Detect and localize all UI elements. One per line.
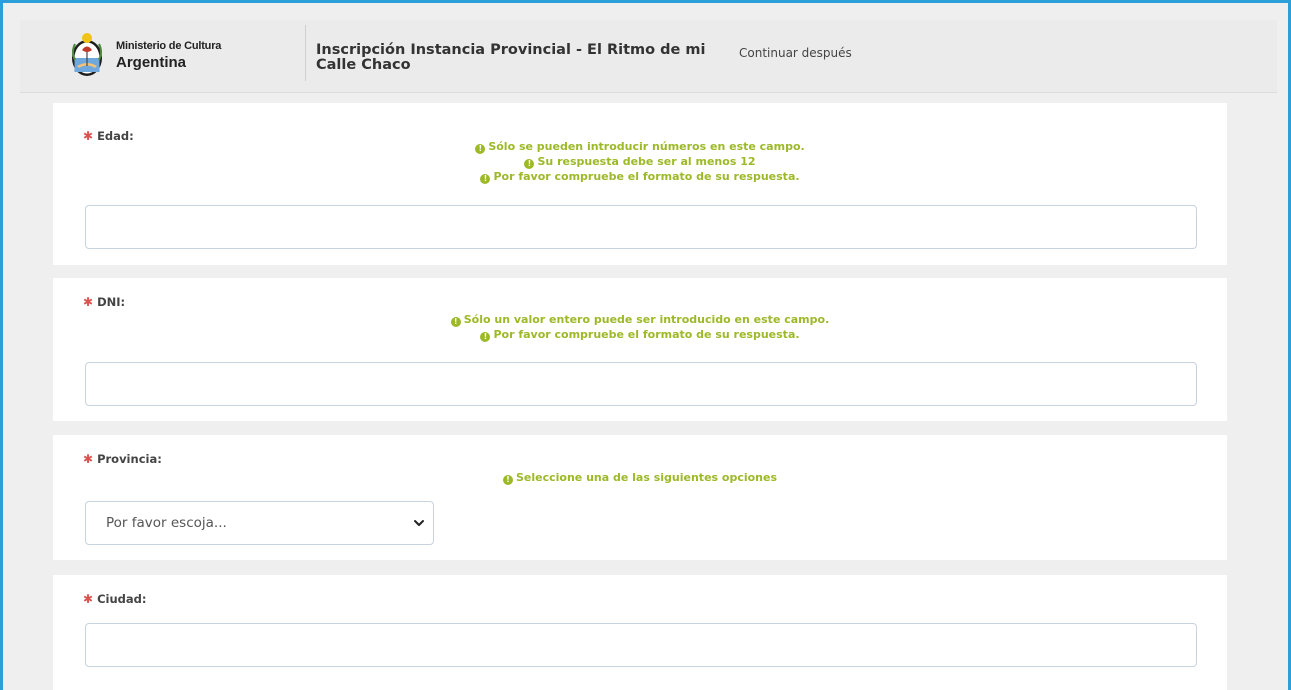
tip-text: Por favor compruebe el formato de su res… <box>493 328 800 341</box>
question-card-provincia: ✱ Provincia: ! Seleccione una de las sigui… <box>53 435 1227 560</box>
question-tips-dni: ! Sólo un valor entero puede ser introduc… <box>53 312 1227 342</box>
exclamation-circle-icon: ! <box>480 174 491 184</box>
logo-ministry-text: Ministerio de Cultura <box>116 40 222 52</box>
survey-title: Inscripción Instancia Provincial - El Ri… <box>316 42 706 73</box>
tip-item: ! Sólo un valor entero puede ser introduc… <box>53 312 1227 327</box>
tip-item: ! Por favor compruebe el formato de su re… <box>53 169 1227 184</box>
tip-text: Sólo se pueden introducir números en est… <box>488 140 805 153</box>
question-tips-provincia: ! Seleccione una de las siguientes opcion… <box>53 470 1227 485</box>
provincia-select[interactable]: Por favor escoja... <box>85 501 434 545</box>
tip-item: ! Por favor compruebe el formato de su re… <box>53 327 1227 342</box>
exclamation-circle-icon: ! <box>475 144 486 154</box>
dni-input[interactable] <box>85 362 1197 406</box>
tip-text: Por favor compruebe el formato de su res… <box>493 170 800 183</box>
asterisk-icon: ✱ <box>83 592 94 606</box>
question-card-edad: ✱ Edad: ! Sólo se pueden introducir número… <box>53 103 1227 265</box>
ministry-logo[interactable]: Ministerio de Cultura Argentina <box>67 30 267 78</box>
question-label-dni: ✱ DNI: <box>83 295 125 309</box>
select-selected-value: Por favor escoja... <box>106 515 227 531</box>
question-label-text: Provincia: <box>97 452 162 466</box>
edad-input[interactable] <box>85 205 1197 249</box>
survey-header: Ministerio de Cultura Argentina Inscripc… <box>20 20 1277 93</box>
question-label-text: Ciudad: <box>97 592 147 606</box>
argentina-seal-icon <box>72 33 102 76</box>
chevron-down-icon <box>414 520 424 526</box>
tip-item: ! Seleccione una de las siguientes opcion… <box>53 470 1227 485</box>
asterisk-icon: ✱ <box>83 295 94 309</box>
question-label-ciudad: ✱ Ciudad: <box>83 592 146 606</box>
questions-area: ✱ Edad: ! Sólo se pueden introducir número… <box>20 93 1277 690</box>
exclamation-circle-icon: ! <box>450 317 461 327</box>
exclamation-circle-icon: ! <box>480 332 491 342</box>
question-label-provincia: ✱ Provincia: <box>83 452 162 466</box>
ciudad-input[interactable] <box>85 623 1197 667</box>
exclamation-circle-icon: ! <box>524 159 535 169</box>
header-divider <box>305 25 306 81</box>
question-label-text: DNI: <box>97 295 126 309</box>
question-card-ciudad: ✱ Ciudad: <box>53 575 1227 690</box>
tip-item: ! Sólo se pueden introducir números en es… <box>53 139 1227 154</box>
tip-text: Sólo un valor entero puede ser introduci… <box>463 313 830 326</box>
logo-country-text: Argentina <box>116 54 187 71</box>
question-tips-edad: ! Sólo se pueden introducir números en es… <box>53 139 1227 184</box>
asterisk-icon: ✱ <box>83 452 94 466</box>
continue-later-link[interactable]: Continuar después <box>739 46 852 60</box>
tip-item: ! Su respuesta debe ser al menos 12 <box>53 154 1227 169</box>
exclamation-circle-icon: ! <box>502 475 513 485</box>
tip-text: Seleccione una de las siguientes opcione… <box>515 471 778 484</box>
question-card-dni: ✱ DNI: ! Sólo un valor entero puede ser in… <box>53 278 1227 421</box>
tip-text: Su respuesta debe ser al menos 12 <box>537 155 756 168</box>
browser-frame: Ministerio de Cultura Argentina Inscripc… <box>0 0 1291 690</box>
